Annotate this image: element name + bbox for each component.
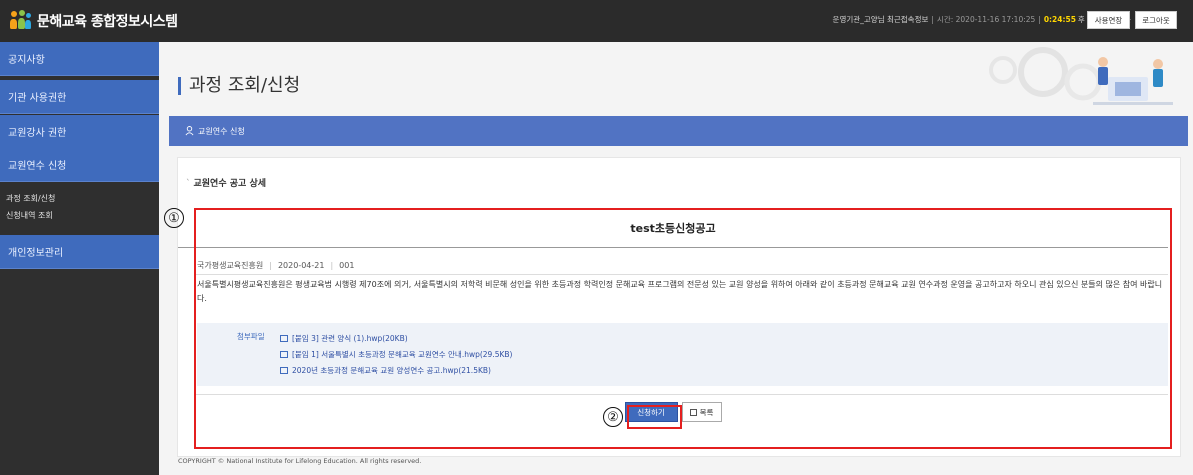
user-info: 운영기관_고양님 최근접속정보 xyxy=(832,15,929,24)
page-hero: 과정 조회/신청 xyxy=(159,42,1193,118)
top-header: 문해교육 종합정보시스템 운영기관_고양님 최근접속정보 | 시간: 2020-… xyxy=(0,0,1193,42)
people-logo-icon xyxy=(9,10,33,32)
extend-session-button[interactable]: 사용연장 xyxy=(1087,11,1130,29)
sidebar-item-label: 공지사항 xyxy=(8,55,45,66)
sidebar-item-personal-info[interactable]: 개인정보관리 xyxy=(0,235,159,269)
breadcrumb: 교원연수 신청 xyxy=(169,116,1188,146)
annotation-marker-1: ① xyxy=(164,208,184,228)
annotation-box-notice xyxy=(194,208,1172,449)
sidebar-item-label: 개인정보관리 xyxy=(8,248,64,259)
annotation-marker-2: ② xyxy=(603,407,623,427)
sidebar-item-label: 교원연수 신청 xyxy=(8,161,67,172)
sidebar-item-notice[interactable]: 공지사항 xyxy=(0,42,159,76)
sidebar-item-label: 교원강사 권한 xyxy=(8,128,67,139)
section-title: ˋ 교원연수 공고 상세 xyxy=(186,176,266,189)
annotation-box-apply xyxy=(627,405,682,429)
sidebar-submenu: 과정 조회/신청 신청내역 조회 xyxy=(0,190,159,224)
session-countdown: 0:24:55 xyxy=(1043,15,1076,24)
page-title: 과정 조회/신청 xyxy=(178,77,300,95)
logout-button[interactable]: 로그아웃 xyxy=(1135,11,1177,29)
breadcrumb-label: 교원연수 신청 xyxy=(198,126,245,136)
sidebar-item-label: 기관 사용권한 xyxy=(8,93,67,104)
bullet-icon: ˋ xyxy=(186,179,191,189)
app-logo[interactable]: 문해교육 종합정보시스템 xyxy=(9,10,178,32)
sidebar-item-org-permission[interactable]: 기관 사용권한 xyxy=(0,80,159,114)
app-title: 문해교육 종합정보시스템 xyxy=(37,14,178,30)
sidebar-subitem-application-history[interactable]: 신청내역 조회 xyxy=(0,207,159,224)
hero-illustration xyxy=(989,47,1173,105)
sidebar: 공지사항 기관 사용권한 교원강사 권한 교원연수 신청 과정 조회/신청 신청… xyxy=(0,42,159,475)
user-icon xyxy=(185,126,194,136)
footer-copyright: COPYRIGHT © National Institute for Lifel… xyxy=(178,457,422,465)
sidebar-item-teacher-training[interactable]: 교원연수 신청 xyxy=(0,148,159,182)
sidebar-item-instructor-permission[interactable]: 교원강사 권한 xyxy=(0,115,159,149)
last-access-time: 시간: 2020-11-16 17:10:25 xyxy=(936,15,1036,24)
section-title-text: 교원연수 공고 상세 xyxy=(193,179,267,189)
sidebar-subitem-course-search[interactable]: 과정 조회/신청 xyxy=(0,190,159,207)
